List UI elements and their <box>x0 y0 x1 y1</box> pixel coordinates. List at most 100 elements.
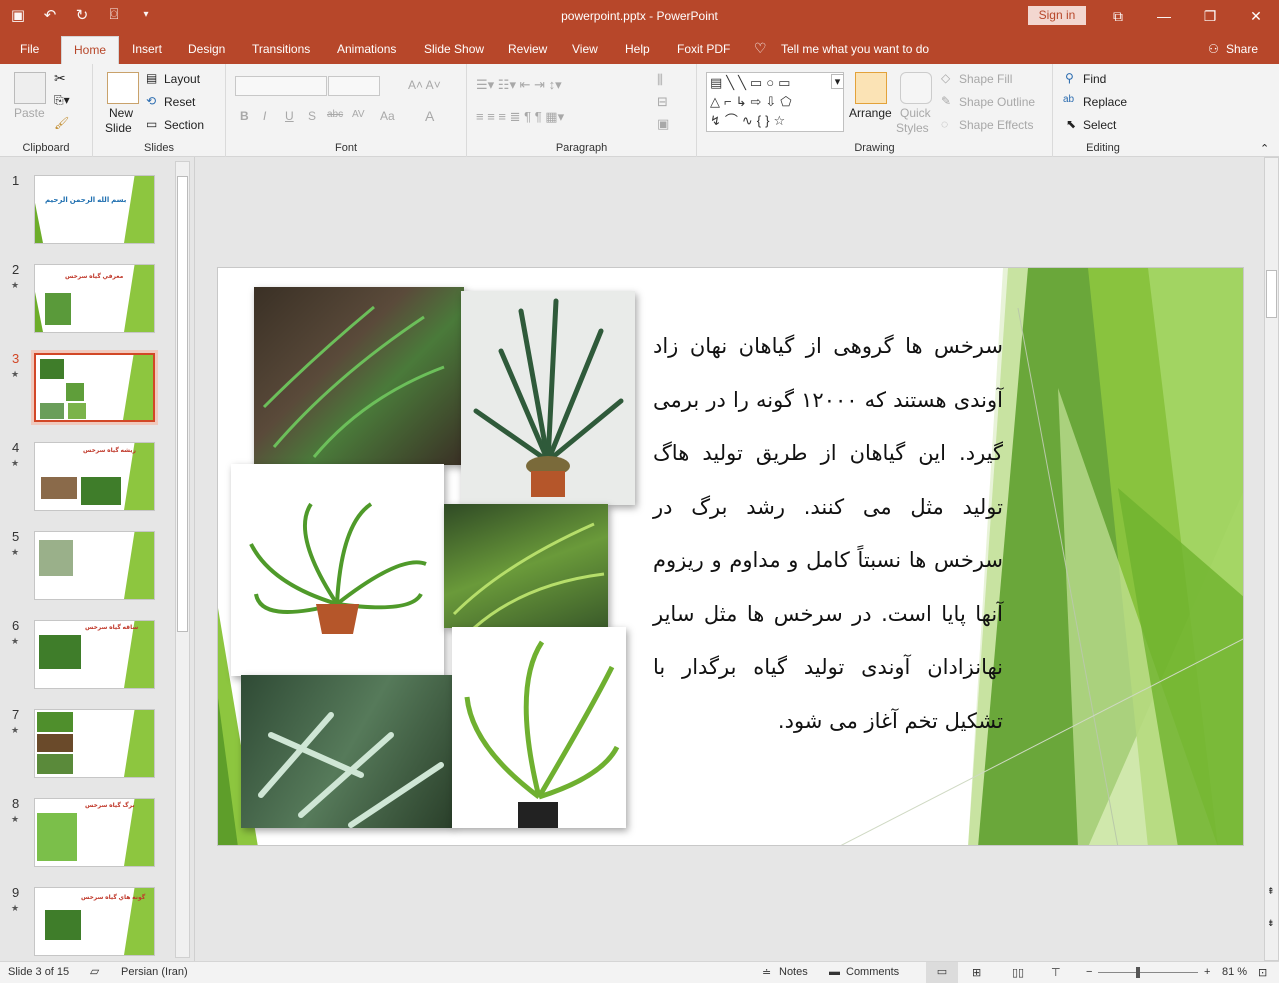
arrange-icon[interactable] <box>855 72 887 104</box>
paste-button[interactable]: Paste <box>14 106 45 120</box>
find-icon: ⚲ <box>1065 71 1074 85</box>
italic-button[interactable]: I <box>263 109 266 123</box>
copy-icon[interactable]: ⎘▾ <box>54 93 70 108</box>
alignment-icons[interactable]: ≡ ≡ ≡ ≣ ¶ ¶ ▦▾ <box>476 109 564 125</box>
thumbnail-slide-2[interactable]: معرفي گياه سرخس <box>34 264 155 333</box>
select-button[interactable]: Select <box>1083 118 1116 132</box>
replace-button[interactable]: Replace <box>1083 95 1127 109</box>
minimize-icon[interactable]: — <box>1141 0 1187 32</box>
zoom-slider[interactable] <box>1098 972 1198 973</box>
sign-in-button[interactable]: Sign in <box>1028 6 1086 25</box>
current-slide[interactable]: سرخس ها گروهی از گیاهان نهان زاد آوندی ه… <box>217 267 1244 846</box>
reset-button[interactable]: Reset <box>164 95 195 109</box>
tab-design[interactable]: Design <box>188 42 225 56</box>
select-icon: ⬉ <box>1066 117 1077 131</box>
shape-fill-button[interactable]: Shape Fill <box>959 72 1012 86</box>
drawing-label: Drawing <box>854 142 895 154</box>
fit-to-window-icon[interactable]: ⊡ <box>1258 966 1267 979</box>
notes-button[interactable]: Notes <box>779 966 808 978</box>
change-case-button[interactable]: Aa <box>380 109 395 123</box>
slide-body-text[interactable]: سرخس ها گروهی از گیاهان نهان زاد آوندی ه… <box>653 320 1003 748</box>
new-slide-icon[interactable] <box>107 72 139 104</box>
thumbnail-slide-8[interactable]: برگ گياه سرخس <box>34 798 155 867</box>
paste-icon[interactable] <box>14 72 46 104</box>
thumbnail-slide-4[interactable]: ريشه گياه سرخس <box>34 442 155 511</box>
shapes-gallery[interactable]: ▤╲╲▭○▭ △⌐↳⇨⇩⬠ ↯⌒∿{}☆ <box>706 72 844 132</box>
language-indicator[interactable]: Persian (Iran) <box>121 966 188 978</box>
new-slide-label-2[interactable]: Slide <box>105 121 132 135</box>
font-grow-icon[interactable]: A˄ A˅ <box>408 78 441 92</box>
thumbnail-slide-5[interactable] <box>34 531 155 600</box>
thumbnail-slide-6[interactable]: ساقه گياه سرخس <box>34 620 155 689</box>
animation-star-icon: ★ <box>11 547 20 557</box>
thumbnail-slide-7[interactable] <box>34 709 155 778</box>
tab-transitions[interactable]: Transitions <box>252 42 310 56</box>
shadow-button[interactable]: S <box>308 109 316 123</box>
zoom-slider-thumb[interactable] <box>1136 967 1140 978</box>
thumbnail-scroll-thumb[interactable] <box>177 176 188 632</box>
main-scrollbar[interactable]: ⇞ ⇟ <box>1264 157 1279 961</box>
tab-review[interactable]: Review <box>508 42 547 56</box>
slideshow-view-icon[interactable]: ⊤ <box>1051 966 1061 979</box>
tab-home[interactable]: Home <box>61 36 120 64</box>
font-size-dropdown[interactable] <box>328 76 380 96</box>
tab-help[interactable]: Help <box>625 42 650 56</box>
thumb-num-7: 7 <box>12 707 20 722</box>
main-scroll-thumb[interactable] <box>1266 270 1277 318</box>
arrange-button[interactable]: Arrange <box>849 106 892 120</box>
tab-foxit-pdf[interactable]: Foxit PDF <box>677 42 730 56</box>
font-color-button[interactable]: A <box>425 108 434 124</box>
quick-styles-label-2[interactable]: Styles <box>896 121 929 135</box>
tab-animations[interactable]: Animations <box>337 42 396 56</box>
find-button[interactable]: Find <box>1083 72 1106 86</box>
new-slide-label-1[interactable]: New <box>109 106 133 120</box>
comments-button[interactable]: Comments <box>846 966 899 978</box>
slide-sorter-icon[interactable]: ⊞ <box>972 966 981 979</box>
prev-slide-icon[interactable]: ⇞ <box>1267 886 1275 897</box>
thumbnail-slide-3-selected[interactable] <box>31 350 158 425</box>
share-button[interactable]: Share <box>1226 42 1258 56</box>
font-family-dropdown[interactable] <box>235 76 327 96</box>
underline-button[interactable]: U <box>285 109 294 123</box>
bold-button[interactable]: B <box>240 109 249 123</box>
slide-thumbnail-pane[interactable]: 1 بسم الله الرحمن الرحيم 2 ★ معرفي گياه … <box>0 157 195 961</box>
tab-slide-show[interactable]: Slide Show <box>424 42 484 56</box>
window-controls: ⧉ — ❐ ✕ <box>1095 0 1279 32</box>
collapse-ribbon-icon[interactable]: ⌃ <box>1260 142 1269 155</box>
align-text-icon[interactable]: ⊟ <box>657 94 668 110</box>
normal-view-icon[interactable]: ▭ <box>926 962 958 983</box>
next-slide-icon[interactable]: ⇟ <box>1267 918 1275 929</box>
shape-effects-button[interactable]: Shape Effects <box>959 118 1034 132</box>
reading-view-icon[interactable]: ▯▯ <box>1012 966 1024 979</box>
smartart-icon[interactable]: ▣ <box>657 116 669 132</box>
ribbon-display-icon[interactable]: ⧉ <box>1095 0 1141 32</box>
tell-me-search[interactable]: Tell me what you want to do <box>781 42 929 56</box>
bullets-icon[interactable]: ☰▾ ☷▾ ⇤ ⇥ ↕▾ <box>476 77 562 93</box>
spell-check-icon[interactable]: ▱ <box>90 964 99 978</box>
thumbnail-scrollbar[interactable] <box>175 161 190 958</box>
close-icon[interactable]: ✕ <box>1233 0 1279 32</box>
char-spacing-button[interactable]: AV <box>352 109 365 120</box>
tab-view[interactable]: View <box>572 42 598 56</box>
gallery-scroll-icon[interactable]: ▾ <box>831 74 844 89</box>
restore-icon[interactable]: ❐ <box>1187 0 1233 32</box>
shape-outline-button[interactable]: Shape Outline <box>959 95 1035 109</box>
tab-file[interactable]: File <box>20 42 39 56</box>
zoom-out-button[interactable]: − <box>1086 966 1092 978</box>
strikethrough-button[interactable]: abc <box>327 109 343 120</box>
format-painter-icon[interactable]: 🖌 <box>54 116 69 130</box>
zoom-level[interactable]: 81 % <box>1222 966 1247 978</box>
thumb-title-2: معرفي گياه سرخس <box>65 274 124 280</box>
thumbnail-slide-1[interactable]: بسم الله الرحمن الرحيم <box>34 175 155 244</box>
zoom-in-button[interactable]: + <box>1204 966 1210 978</box>
section-button[interactable]: Section <box>164 118 204 132</box>
text-direction-icon[interactable]: ⫼ <box>657 72 663 88</box>
cut-icon[interactable]: ✂ <box>54 70 66 87</box>
tab-insert[interactable]: Insert <box>132 42 162 56</box>
slide-counter: Slide 3 of 15 <box>8 966 70 978</box>
thumbnail-slide-9[interactable]: گونه هاي گياه سرخس <box>34 887 155 956</box>
quick-styles-label-1[interactable]: Quick <box>900 106 931 120</box>
clipboard-label: Clipboard <box>22 142 70 154</box>
quick-styles-icon[interactable] <box>900 72 932 104</box>
layout-button[interactable]: Layout <box>164 72 200 86</box>
